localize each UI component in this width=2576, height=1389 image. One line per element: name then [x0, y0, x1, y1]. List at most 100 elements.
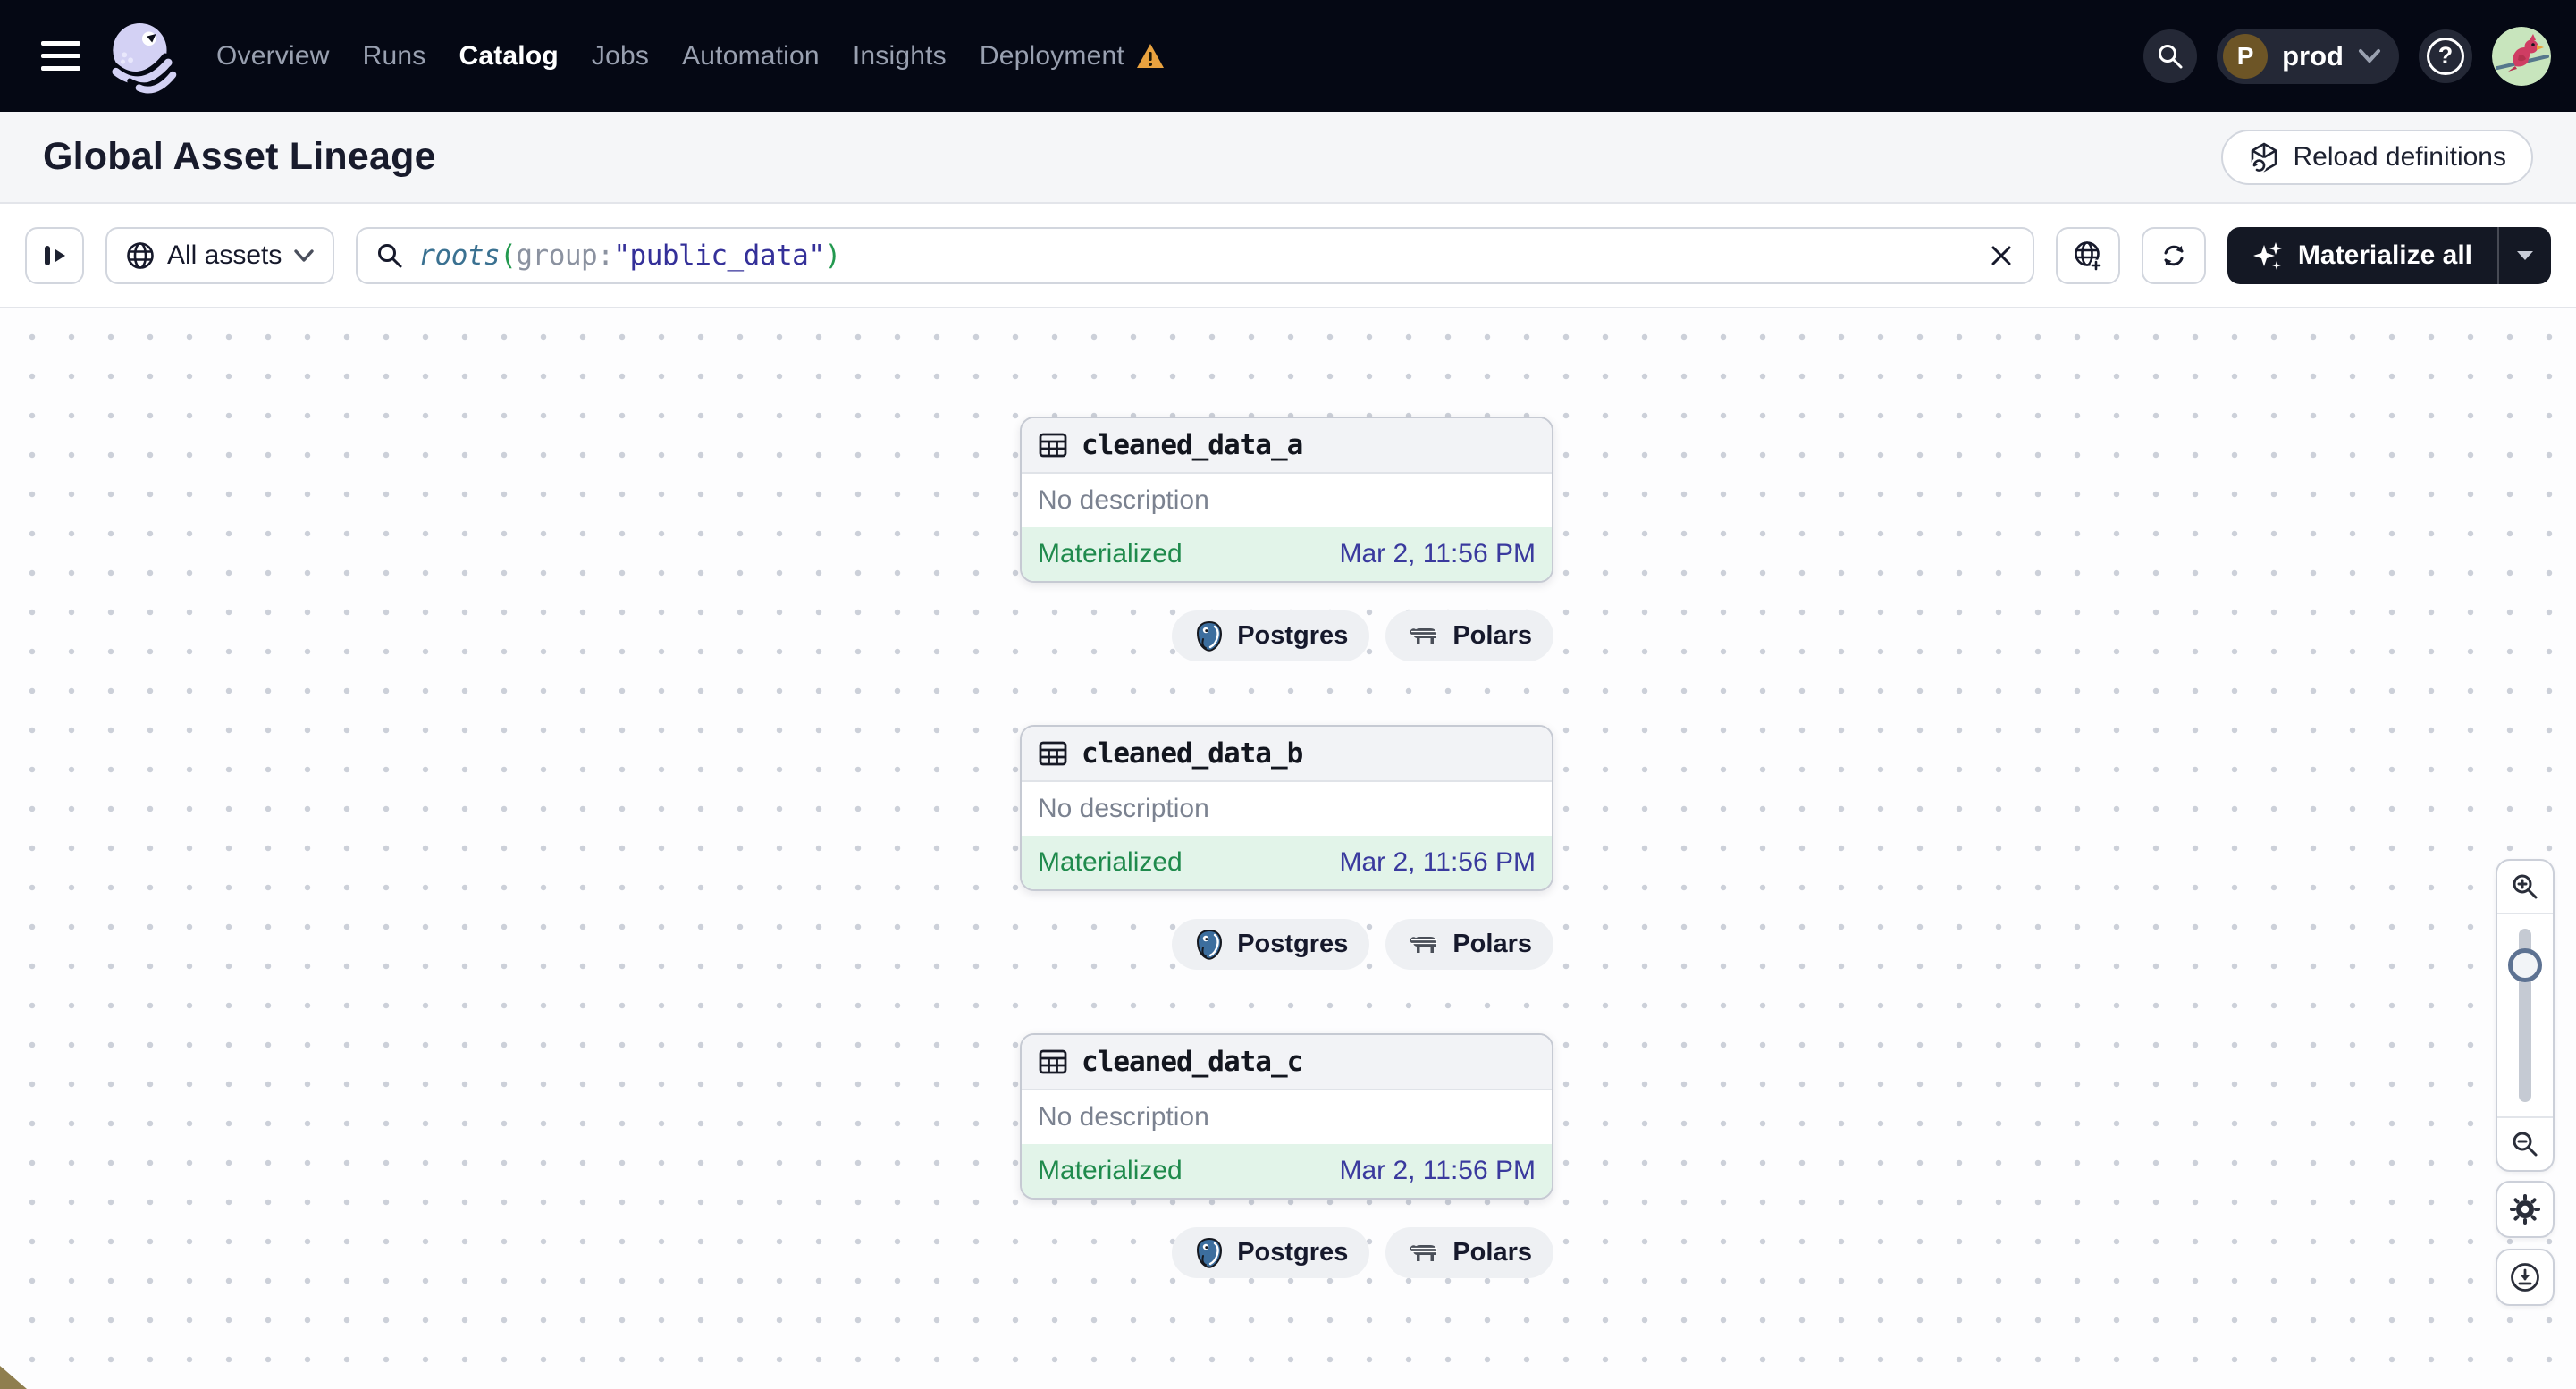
tag-postgres[interactable]: Postgres: [1172, 1227, 1370, 1278]
tag-polars[interactable]: Polars: [1385, 1227, 1553, 1278]
view-scope-button[interactable]: [2055, 226, 2120, 284]
globe-add-icon: [2075, 240, 2102, 271]
zoom-controls: [2496, 859, 2555, 1172]
refresh-icon: [2164, 245, 2184, 265]
sparkles-icon: [2252, 241, 2282, 270]
asset-scope-dropdown[interactable]: All assets: [105, 226, 335, 284]
environment-label: prod: [2282, 39, 2344, 72]
materialize-all-split-button: Materialize all: [2227, 226, 2551, 284]
zoom-slider[interactable]: [2497, 914, 2553, 1116]
postgres-icon: [1197, 620, 1223, 652]
navbar-right: P prod ?: [2143, 26, 2551, 86]
reload-definitions-icon: [2250, 142, 2277, 173]
asset-name: cleaned_data_b: [1082, 737, 1303, 770]
asset-tags-row: Postgres Polars: [1020, 919, 1553, 970]
polars-icon: [1410, 936, 1438, 953]
status-badge: Materialized: [1038, 539, 1183, 568]
reload-definitions-button[interactable]: Reload definitions: [2220, 129, 2533, 185]
chevron-down-icon: [294, 248, 315, 262]
materialization-timestamp: Mar 2, 11:56 PM: [1339, 539, 1536, 568]
asset-status-row: Materialized Mar 2, 11:56 PM: [1022, 836, 1552, 889]
asset-node-header: cleaned_data_a: [1022, 418, 1552, 474]
nav-item-automation[interactable]: Automation: [682, 41, 820, 72]
table-icon: [1039, 741, 1067, 766]
help-icon: ?: [2427, 37, 2464, 75]
status-badge: Materialized: [1038, 1156, 1183, 1185]
page-title: Global Asset Lineage: [43, 135, 436, 178]
asset-scope-label: All assets: [167, 240, 282, 270]
table-icon: [1039, 433, 1067, 458]
asset-status-row: Materialized Mar 2, 11:56 PM: [1022, 527, 1552, 581]
zoom-out-icon: [2513, 1132, 2538, 1157]
warning-icon: [1136, 43, 1164, 68]
asset-description: No description: [1038, 485, 1209, 515]
globe-icon: [127, 241, 154, 269]
tag-postgres[interactable]: Postgres: [1172, 919, 1370, 970]
asset-name: cleaned_data_a: [1082, 429, 1303, 461]
nav-item-catalog[interactable]: Catalog: [459, 41, 558, 72]
zoom-in-button[interactable]: [2497, 861, 2553, 914]
search-icon: [2159, 44, 2183, 68]
avatar[interactable]: [2492, 26, 2551, 86]
postgres-icon: [1197, 1237, 1223, 1268]
tag-postgres[interactable]: Postgres: [1172, 610, 1370, 661]
status-badge: Materialized: [1038, 847, 1183, 877]
tag-polars[interactable]: Polars: [1385, 610, 1553, 661]
asset-tags-row: Postgres Polars: [1020, 610, 1553, 661]
caret-down-icon: [2517, 250, 2533, 260]
zoom-in-icon: [2513, 874, 2538, 899]
main-nav: Overview Runs Catalog Jobs Automation In…: [216, 41, 1166, 72]
cardinal-bird-avatar-icon: [2492, 26, 2551, 86]
zoom-out-button[interactable]: [2497, 1116, 2553, 1170]
asset-node-header: cleaned_data_c: [1022, 1035, 1552, 1090]
environment-badge: P: [2223, 33, 2269, 79]
materialization-timestamp: Mar 2, 11:56 PM: [1339, 847, 1536, 877]
nav-item-deployment[interactable]: Deployment: [980, 41, 1166, 72]
nav-item-overview[interactable]: Overview: [216, 41, 330, 72]
download-graph-button[interactable]: [2496, 1249, 2555, 1306]
nav-item-runs[interactable]: Runs: [363, 41, 426, 72]
dagster-logo-icon[interactable]: [104, 13, 181, 99]
polars-icon: [1410, 627, 1438, 644]
asset-node-header: cleaned_data_b: [1022, 727, 1552, 782]
expand-panel-icon: [45, 245, 65, 265]
canvas-corner-artifact: [0, 1366, 27, 1389]
nav-item-insights[interactable]: Insights: [853, 41, 947, 72]
environment-switcher[interactable]: P prod: [2217, 28, 2399, 84]
tag-polars[interactable]: Polars: [1385, 919, 1553, 970]
asset-node-cleaned-data-a[interactable]: cleaned_data_a No description Materializ…: [1020, 417, 1553, 583]
refresh-button[interactable]: [2141, 226, 2206, 284]
graph-settings-button[interactable]: [2496, 1181, 2555, 1238]
nav-item-jobs[interactable]: Jobs: [592, 41, 649, 72]
asset-description: No description: [1038, 1102, 1209, 1132]
materialization-timestamp: Mar 2, 11:56 PM: [1339, 1156, 1536, 1185]
close-icon: [1991, 246, 2011, 265]
zoom-slider-thumb[interactable]: [2508, 948, 2542, 982]
asset-status-row: Materialized Mar 2, 11:56 PM: [1022, 1144, 1552, 1198]
polars-icon: [1410, 1244, 1438, 1261]
clear-query-button[interactable]: [1988, 242, 2015, 269]
help-button[interactable]: ?: [2419, 29, 2472, 83]
table-icon: [1039, 1049, 1067, 1074]
asset-selection-input[interactable]: roots(group:"public_data"): [356, 226, 2034, 284]
asset-name: cleaned_data_c: [1082, 1046, 1303, 1078]
chevron-down-icon: [2359, 48, 2380, 63]
materialize-all-button[interactable]: Materialize all: [2227, 227, 2497, 284]
lineage-canvas[interactable]: cleaned_data_a No description Materializ…: [0, 308, 2576, 1389]
selection-query: roots(group:"public_data"): [418, 239, 841, 272]
asset-node-cleaned-data-c[interactable]: cleaned_data_c No description Materializ…: [1020, 1033, 1553, 1200]
download-icon: [2511, 1263, 2539, 1292]
top-navbar: Overview Runs Catalog Jobs Automation In…: [0, 0, 2576, 112]
search-icon: [378, 243, 402, 267]
gear-icon: [2510, 1194, 2540, 1225]
asset-tags-row: Postgres Polars: [1020, 1227, 1553, 1278]
lineage-toolbar: All assets roots(group:"public_data") Ma…: [0, 204, 2576, 308]
page-header: Global Asset Lineage Reload definitions: [0, 112, 2576, 204]
materialize-options-button[interactable]: [2499, 227, 2551, 284]
asset-node-cleaned-data-b[interactable]: cleaned_data_b No description Materializ…: [1020, 725, 1553, 891]
menu-icon[interactable]: [41, 41, 80, 71]
toggle-sidebar-button[interactable]: [25, 226, 84, 284]
postgres-icon: [1197, 929, 1223, 960]
asset-description: No description: [1038, 794, 1209, 823]
search-button[interactable]: [2143, 29, 2198, 83]
